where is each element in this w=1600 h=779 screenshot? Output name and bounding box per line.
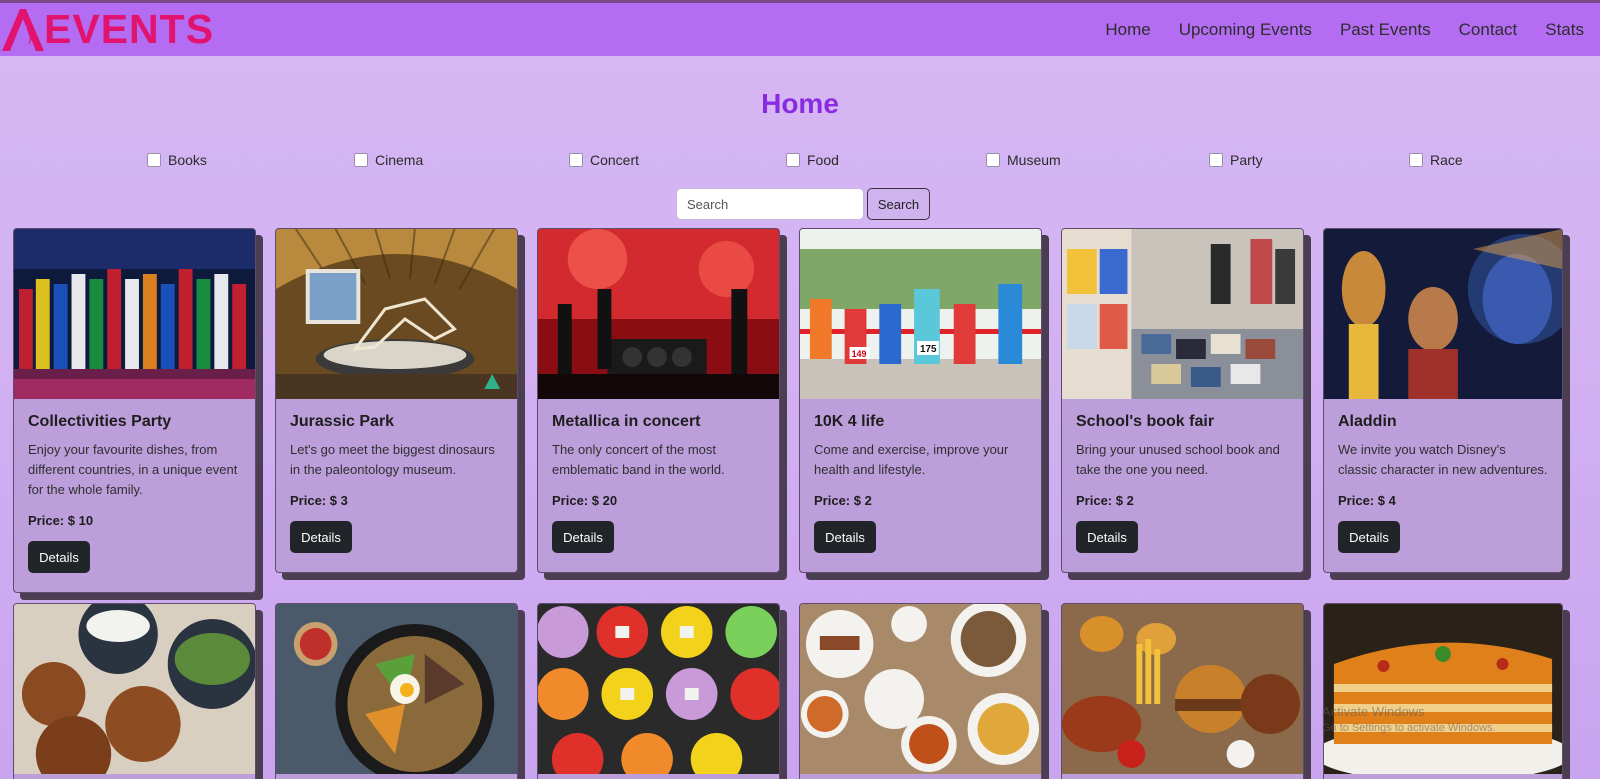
card-body: School's book fair Bring your unused sch… [1062, 399, 1303, 567]
card-price: Price: $ 2 [814, 493, 872, 508]
nav-link-upcoming-events[interactable]: Upcoming Events [1179, 20, 1312, 40]
category-filters: Books Cinema Concert Food Museum Party R… [0, 152, 1600, 174]
brand-logo[interactable]: EVENTS [0, 5, 214, 53]
search-form: Search [676, 188, 930, 220]
book-fair-image [1062, 229, 1303, 399]
party-flags-image [14, 229, 255, 399]
event-card [275, 603, 518, 779]
brand-logo-mark-icon [2, 9, 44, 51]
nav-link-stats[interactable]: Stats [1545, 20, 1584, 40]
card-description: Come and exercise, improve your health a… [814, 442, 1009, 477]
event-card [1061, 603, 1304, 779]
filter-museum[interactable]: Museum [986, 152, 1061, 168]
card-description: Let's go meet the biggest dinosaurs in t… [290, 442, 495, 477]
details-button[interactable]: Details [814, 521, 876, 553]
filter-label: Concert [590, 152, 640, 168]
navbar: EVENTS Home Upcoming Events Past Events … [0, 0, 1600, 56]
sushi-plates-image [538, 604, 779, 774]
card-body: Metallica in concert The only concert of… [538, 399, 779, 567]
card-body: 10K 4 life Come and exercise, improve yo… [800, 399, 1041, 567]
running-race-image: 175 149 [800, 229, 1041, 399]
burger-fries-image [1062, 604, 1303, 774]
svg-text:175: 175 [920, 344, 937, 355]
event-card: School's book fair Bring your unused sch… [1061, 228, 1304, 573]
details-button[interactable]: Details [552, 521, 614, 553]
checkbox[interactable] [1409, 153, 1423, 167]
filter-books[interactable]: Books [147, 152, 207, 168]
checkbox[interactable] [986, 153, 1000, 167]
falafel-image [14, 604, 255, 774]
event-card: Aladdin We invite you watch Disney's cla… [1323, 228, 1563, 573]
event-card: Collectivities Party Enjoy your favourit… [13, 228, 256, 593]
filter-label: Food [807, 152, 839, 168]
details-button[interactable]: Details [290, 521, 352, 553]
card-description: Bring your unused school book and take t… [1076, 442, 1280, 477]
checkbox[interactable] [569, 153, 583, 167]
watermark-line-1: Activate Windows [1322, 704, 1425, 719]
watermark-line-2: Go to Settings to activate Windows. [1322, 722, 1496, 734]
nav-link-contact[interactable]: Contact [1459, 20, 1518, 40]
os-activation-watermark: Activate Windows Go to Settings to activ… [1322, 703, 1496, 737]
card-description: The only concert of the most emblematic … [552, 442, 725, 477]
details-button[interactable]: Details [1076, 521, 1138, 553]
lasagna-image [1324, 604, 1562, 774]
svg-text:149: 149 [852, 349, 867, 359]
event-card [537, 603, 780, 779]
card-description: We invite you watch Disney's classic cha… [1338, 442, 1548, 477]
search-button[interactable]: Search [867, 188, 930, 220]
card-body: Collectivities Party Enjoy your favourit… [14, 399, 255, 587]
event-card [1323, 603, 1563, 779]
event-card: 175 149 10K 4 life Come and exercise, im… [799, 228, 1042, 573]
bibimbap-image [276, 604, 517, 774]
details-button[interactable]: Details [1338, 521, 1400, 553]
filter-label: Party [1230, 152, 1263, 168]
nav-menu: Home Upcoming Events Past Events Contact… [1091, 3, 1600, 56]
checkbox[interactable] [786, 153, 800, 167]
card-title: 10K 4 life [814, 413, 885, 430]
card-title: Jurassic Park [290, 413, 395, 430]
card-body: Jurassic Park Let's go meet the biggest … [276, 399, 517, 567]
filter-label: Museum [1007, 152, 1061, 168]
nav-link-home[interactable]: Home [1105, 20, 1150, 40]
filter-race[interactable]: Race [1409, 152, 1463, 168]
card-price: Price: $ 2 [1076, 493, 1134, 508]
event-card: Jurassic Park Let's go meet the biggest … [275, 228, 518, 573]
card-price: Price: $ 4 [1338, 493, 1396, 508]
rock-concert-image [538, 229, 779, 399]
page-title: Home [761, 88, 839, 119]
checkbox[interactable] [147, 153, 161, 167]
event-card [13, 603, 256, 779]
brand-name: EVENTS [44, 6, 215, 52]
card-price: Price: $ 3 [290, 493, 348, 508]
filter-food[interactable]: Food [786, 152, 839, 168]
card-title: Metallica in concert [552, 413, 701, 430]
search-input[interactable] [676, 188, 864, 220]
filter-label: Cinema [375, 152, 424, 168]
filter-cinema[interactable]: Cinema [354, 152, 423, 168]
dinosaur-museum-image [276, 229, 517, 399]
checkbox[interactable] [1209, 153, 1223, 167]
movie-poster-image [1324, 229, 1562, 399]
filter-label: Books [168, 152, 207, 168]
event-card [799, 603, 1042, 779]
card-description: Enjoy your favourite dishes, from differ… [28, 442, 238, 497]
filter-party[interactable]: Party [1209, 152, 1263, 168]
card-body: Aladdin We invite you watch Disney's cla… [1324, 399, 1562, 567]
details-button[interactable]: Details [28, 541, 90, 573]
card-title: Aladdin [1338, 413, 1397, 430]
event-card: Metallica in concert The only concert of… [537, 228, 780, 573]
food-platter-image [800, 604, 1041, 774]
card-price: Price: $ 10 [28, 513, 94, 528]
checkbox[interactable] [354, 153, 368, 167]
filter-concert[interactable]: Concert [569, 152, 639, 168]
card-title: School's book fair [1076, 413, 1215, 430]
card-title: Collectivities Party [28, 413, 172, 430]
card-price: Price: $ 20 [552, 493, 618, 508]
filter-label: Race [1430, 152, 1463, 168]
nav-link-past-events[interactable]: Past Events [1340, 20, 1431, 40]
